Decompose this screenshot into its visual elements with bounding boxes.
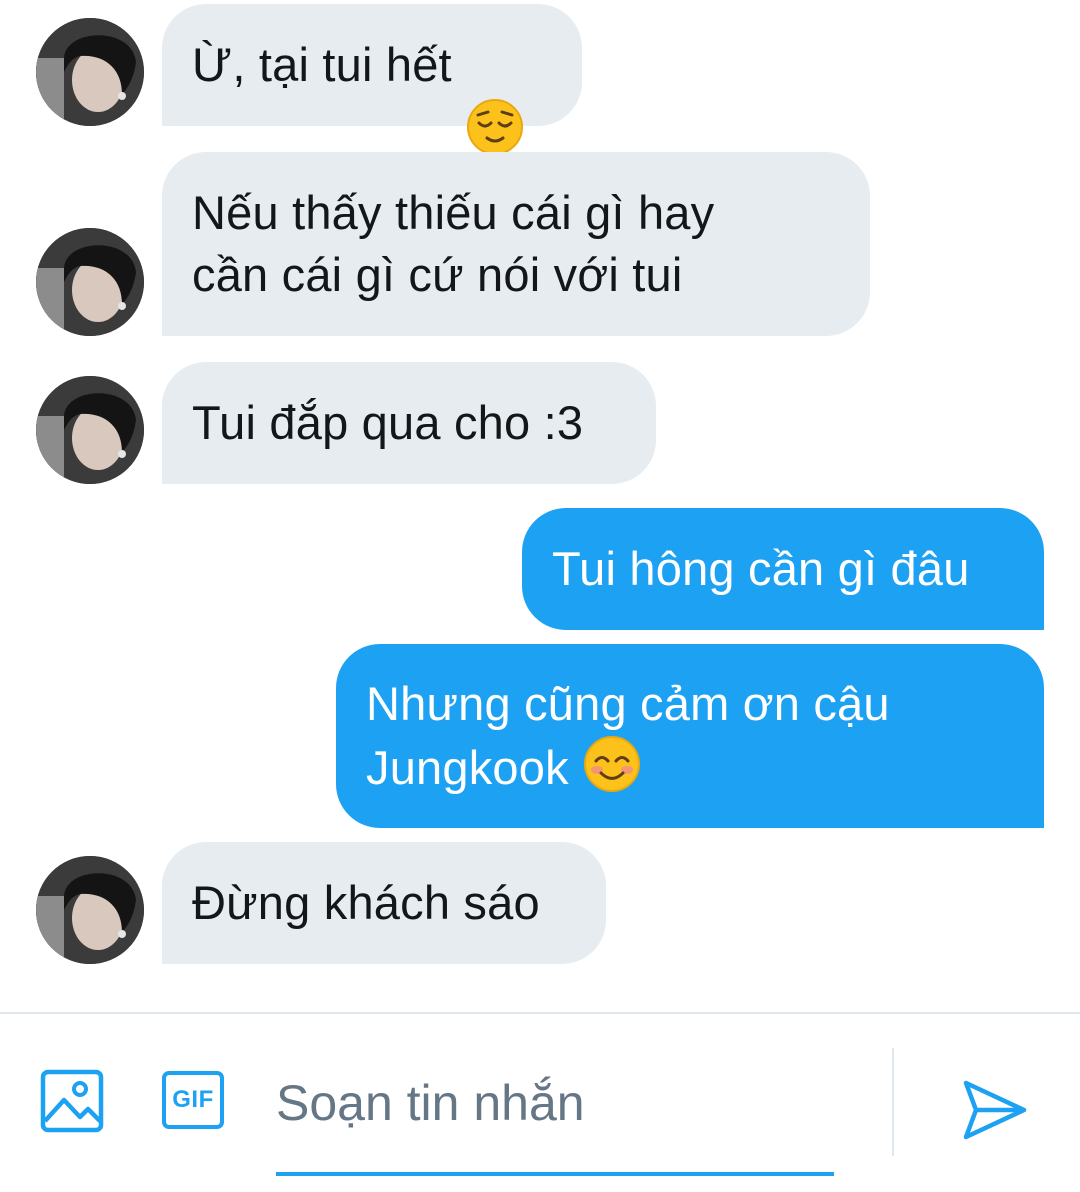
avatar[interactable] — [36, 856, 144, 964]
message-bubble-outgoing[interactable]: Nhưng cũng cảm ơn cậu Jungkook — [336, 644, 1044, 828]
input-underline — [276, 1172, 834, 1176]
divider — [892, 1048, 894, 1156]
message-bubble-incoming[interactable]: Đừng khách sáo — [162, 842, 606, 964]
message-text: Ừ, tại tui hết — [192, 38, 452, 91]
avatar[interactable] — [36, 376, 144, 484]
relieved-face-icon — [466, 36, 524, 155]
message-bubble-incoming[interactable]: Nếu thấy thiếu cái gì hay cần cái gì cứ … — [162, 152, 870, 336]
message-text: Nếu thấy thiếu cái gì hay cần cái gì cứ … — [192, 186, 715, 301]
message-input[interactable] — [276, 1068, 834, 1138]
message-text: Tui đắp qua cho :3 — [192, 396, 584, 449]
message-input-wrapper — [276, 1054, 834, 1176]
gif-label: GIF — [162, 1071, 224, 1129]
message-thread[interactable]: Ừ, tại tui hết Nếu thấy thiếu cái gì hay… — [0, 0, 1080, 1012]
avatar[interactable] — [36, 228, 144, 336]
message-bubble-outgoing[interactable]: Tui hông cần gì đâu — [522, 508, 1044, 630]
message-text: Đừng khách sáo — [192, 876, 540, 929]
smiling-face-icon — [583, 735, 641, 793]
message-bubble-incoming[interactable]: Tui đắp qua cho :3 — [162, 362, 656, 484]
message-bubble-incoming[interactable]: Ừ, tại tui hết — [162, 4, 582, 155]
send-icon[interactable] — [960, 1078, 1030, 1142]
message-text: Nhưng cũng cảm ơn cậu Jungkook — [366, 677, 890, 794]
image-icon[interactable] — [40, 1069, 104, 1133]
avatar[interactable] — [36, 18, 144, 126]
message-composer: GIF — [0, 1012, 1080, 1192]
gif-icon[interactable]: GIF — [160, 1070, 226, 1130]
message-text: Tui hông cần gì đâu — [552, 542, 970, 595]
